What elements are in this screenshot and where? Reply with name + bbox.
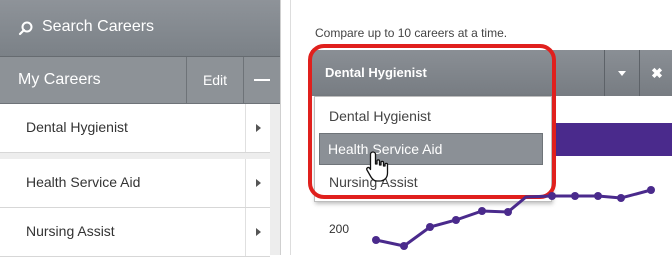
my-careers-title: My Careers <box>18 71 101 88</box>
search-icon <box>18 21 33 36</box>
hand-cursor-icon <box>366 151 389 182</box>
career-item-label: Nursing Assist <box>26 223 115 239</box>
red-highlight-annotation <box>308 44 556 199</box>
chevron-right-icon <box>245 208 271 256</box>
chart-point <box>617 194 625 202</box>
caret-down-icon <box>618 70 626 76</box>
compare-hint: Compare up to 10 careers at a time. <box>315 26 508 40</box>
chart-point <box>548 192 556 200</box>
search-careers-label: Search Careers <box>42 18 155 35</box>
chart-point <box>452 216 460 224</box>
edit-button[interactable]: Edit <box>186 57 244 103</box>
chart-point <box>478 207 486 215</box>
career-item-label: Health Service Aid <box>26 174 141 190</box>
career-list-item-health-service-aid[interactable]: Health Service Aid <box>0 159 270 208</box>
close-icon: ✖ <box>651 64 663 81</box>
dropdown-toggle-button[interactable] <box>604 50 639 96</box>
career-list-item-nursing-assist[interactable]: Nursing Assist <box>0 208 270 257</box>
chevron-right-icon <box>245 159 271 207</box>
collapse-button[interactable] <box>243 57 280 103</box>
remove-career-button[interactable]: ✖ <box>639 50 672 96</box>
chart-point <box>571 192 579 200</box>
edit-button-label: Edit <box>202 72 228 88</box>
chart-point <box>372 236 380 244</box>
chart-point <box>400 242 408 250</box>
my-careers-header: My Careers Edit <box>0 57 280 104</box>
trend-line-chart <box>372 186 655 250</box>
chart-bar <box>536 123 672 156</box>
search-careers-button[interactable]: Search Careers <box>0 0 280 57</box>
chart-point <box>426 223 434 231</box>
chart-point <box>594 192 602 200</box>
career-list-item-dental-hygienist[interactable]: Dental Hygienist <box>0 104 270 153</box>
minus-icon <box>253 79 270 81</box>
career-item-label: Dental Hygienist <box>26 119 128 135</box>
sidebar: Search Careers My Careers Edit Dental Hy… <box>0 0 281 257</box>
chart-point <box>504 208 512 216</box>
chevron-right-icon <box>245 104 271 152</box>
chart-point <box>647 186 655 194</box>
